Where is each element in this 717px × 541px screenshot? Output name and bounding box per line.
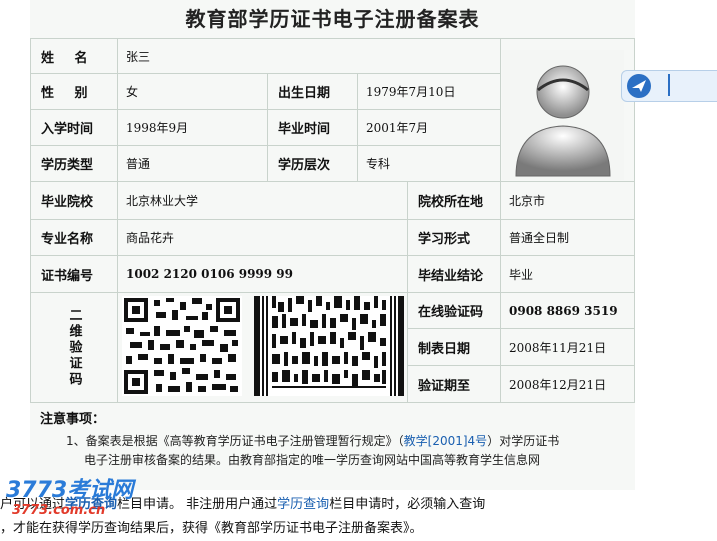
name-value: 张三 bbox=[118, 38, 501, 74]
grad-label: 毕业时间 bbox=[268, 110, 358, 146]
side-share-tab[interactable] bbox=[621, 70, 717, 102]
enroll-label: 入学时间 bbox=[30, 110, 118, 146]
notes-text: 1、备案表是根据《高等教育学历证书电子注册管理暂行规定》（教学[2001]4号）… bbox=[66, 432, 626, 470]
photo-placeholder-icon bbox=[502, 50, 624, 180]
site-logo: 3773考试网 3773.com.cn bbox=[6, 478, 146, 526]
type-value: 普通 bbox=[118, 146, 268, 182]
cert-value: 1002 2120 0106 9999 99 bbox=[118, 256, 408, 293]
expire-label: 验证期至 bbox=[408, 366, 501, 403]
barcode-image bbox=[254, 296, 404, 396]
location-value: 北京市 bbox=[501, 182, 635, 220]
form-label: 学习形式 bbox=[408, 220, 501, 256]
grad-value: 2001年7月 bbox=[358, 110, 501, 146]
notes-title: 注意事项： bbox=[40, 412, 106, 427]
location-label: 院校所在地 bbox=[408, 182, 501, 220]
form-value: 普通全日制 bbox=[501, 220, 635, 256]
name-label: 姓 名 bbox=[30, 38, 118, 74]
site-logo-brand: 3773考试网 bbox=[6, 478, 134, 503]
gender-value: 女 bbox=[118, 74, 268, 110]
enroll-value: 1998年9月 bbox=[118, 110, 268, 146]
notes-line-1-start: 1、备案表是根据《高等教育学历证书电子注册管理暂行规定》（ bbox=[66, 434, 404, 448]
cert-label: 证书编号 bbox=[30, 256, 118, 293]
major-label: 专业名称 bbox=[30, 220, 118, 256]
gender-label: 性 别 bbox=[30, 74, 118, 110]
site-logo-url: 3773.com.cn bbox=[12, 503, 106, 518]
conclusion-value: 毕业 bbox=[501, 256, 635, 293]
level-value: 专科 bbox=[358, 146, 501, 182]
qr-label: 二维验证码 bbox=[66, 308, 82, 388]
notes-line-2: 电子注册审核备案的结果。由教育部指定的唯一学历查询网站中国高等教育学生信息网 bbox=[84, 453, 541, 467]
school-value: 北京林业大学 bbox=[118, 182, 408, 220]
made-value: 2008年11月21日 bbox=[501, 329, 635, 366]
tab-edge bbox=[668, 74, 670, 96]
verify-label: 在线验证码 bbox=[408, 293, 501, 329]
degree-query-link-2[interactable]: 学历查询 bbox=[277, 497, 329, 512]
birth-label: 出生日期 bbox=[268, 74, 358, 110]
notes-line-1-end: ）对学历证书 bbox=[487, 434, 560, 448]
made-label: 制表日期 bbox=[408, 329, 501, 366]
birth-value: 1979年7月10日 bbox=[358, 74, 501, 110]
document-title: 教育部学历证书电子注册备案表 bbox=[185, 7, 480, 31]
qr-code-image bbox=[122, 296, 242, 396]
regulation-link[interactable]: 教学[2001]4号 bbox=[404, 434, 488, 448]
notes-line-1: 1、备案表是根据《高等教育学历证书电子注册管理暂行规定》（教学[2001]4号）… bbox=[66, 432, 626, 451]
school-label: 毕业院校 bbox=[30, 182, 118, 220]
verify-value: 0908 8869 3519 bbox=[501, 293, 635, 329]
level-label: 学历层次 bbox=[268, 146, 358, 182]
major-value: 商品花卉 bbox=[118, 220, 408, 256]
expire-value: 2008年12月21日 bbox=[501, 366, 635, 403]
type-label: 学历类型 bbox=[30, 146, 118, 182]
footer-line-1-end: 栏目申请时，必须输入查询 bbox=[329, 497, 486, 512]
conclusion-label: 毕结业结论 bbox=[408, 256, 501, 293]
bird-icon bbox=[627, 74, 651, 98]
